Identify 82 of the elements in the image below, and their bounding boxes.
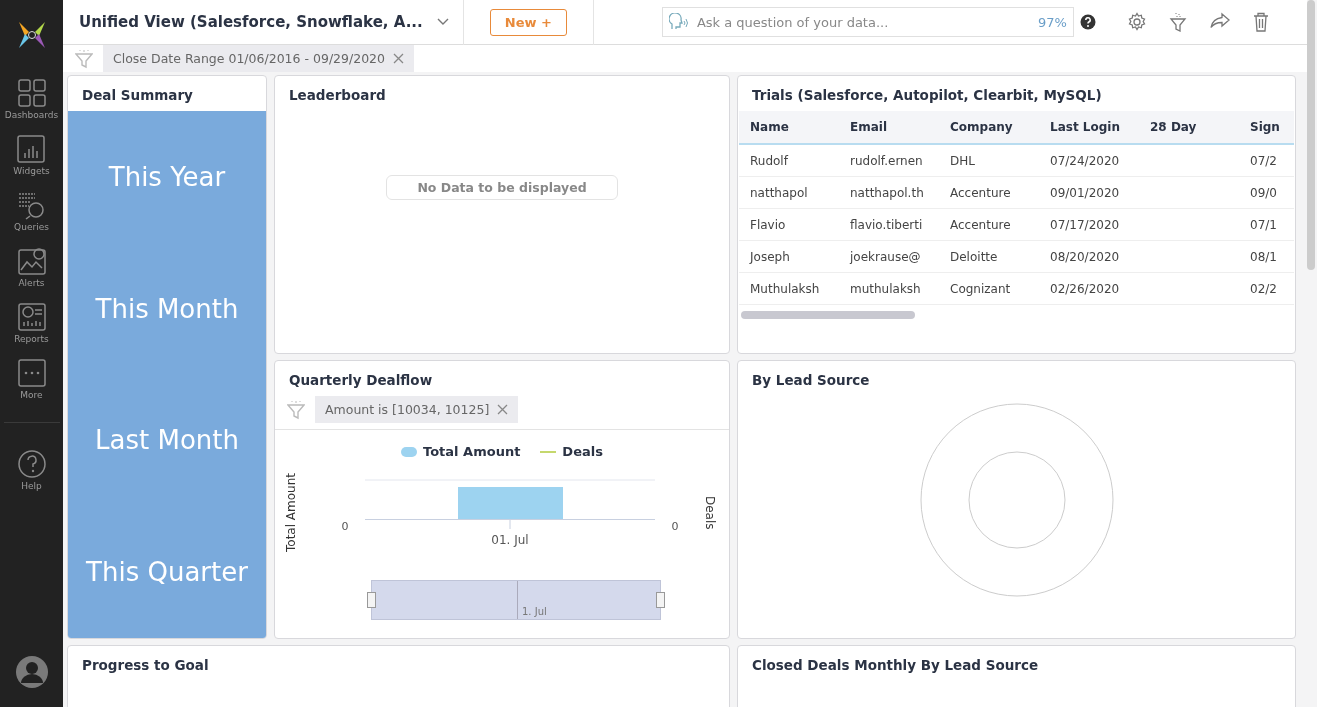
legend-item[interactable]: Total Amount — [401, 444, 521, 459]
table-cell-text: 08/1 — [1249, 249, 1278, 264]
query-icon — [16, 190, 47, 220]
column-header[interactable]: Last Login — [1039, 120, 1139, 134]
close-icon[interactable] — [497, 404, 509, 415]
axis-tick: 0 — [670, 520, 680, 533]
bar-chart-icon — [16, 134, 47, 164]
table-cell-text: 09/01/2020 — [1049, 185, 1121, 200]
scrollbar[interactable] — [1307, 0, 1315, 270]
table-cell-text: natthapol — [749, 185, 809, 200]
help-icon — [16, 449, 47, 479]
card-title: Trials (Salesforce, Autopilot, Clearbit, MySQL) — [751, 86, 1103, 105]
legend-item[interactable]: Deals — [540, 444, 603, 459]
table-cell-text: Muthulaksh — [749, 281, 821, 296]
table-cell-text: Deloitte — [949, 249, 999, 264]
filter-chip[interactable]: Amount is [10034, 10125] — [315, 396, 519, 423]
table-cell-text: muthulaksh — [849, 281, 922, 296]
axis-title: Deals — [703, 495, 717, 530]
column-header[interactable]: Name — [739, 120, 839, 134]
table-cell-text: Accenture — [949, 185, 1012, 200]
table-cell-text: Accenture — [949, 217, 1012, 232]
column-header[interactable]: Email — [839, 120, 939, 134]
axis-title: Total Amount — [284, 473, 299, 552]
chevron-down-icon[interactable] — [436, 18, 449, 26]
legend-swatch-icon — [401, 446, 418, 457]
voice-icon — [668, 13, 689, 31]
confidence-percent: 97% — [1038, 14, 1067, 30]
table-cell-text: natthapol.th — [849, 185, 925, 200]
table-cell-text: 07/24/2020 — [1049, 153, 1121, 168]
table-cell-text: 07/17/2020 — [1049, 217, 1121, 232]
table-cell-text: Rudolf — [749, 153, 790, 168]
sidebar-item[interactable]: Help — [16, 449, 47, 491]
card-title: Deal Summary — [81, 86, 194, 105]
sidebar-item[interactable]: Alerts — [16, 246, 47, 288]
category-label: 01. Jul — [490, 532, 530, 547]
table-cell-text: Flavio — [749, 217, 787, 232]
sidebar-item[interactable]: Dashboards — [4, 78, 59, 120]
table-cell-text: Joseph — [748, 249, 791, 264]
card-title: Leaderboard — [288, 86, 387, 105]
sidebar-item[interactable]: Reports — [14, 302, 49, 344]
table-cell-text: 07/2 — [1249, 153, 1278, 168]
card-title: Quarterly Dealflow — [288, 371, 434, 390]
avatar-icon[interactable] — [14, 655, 49, 689]
filter-icon — [287, 399, 305, 420]
dashboard-title[interactable]: Unified View (Salesforce, Snowflake, A... — [63, 13, 423, 31]
column-header[interactable]: 28 Day — [1139, 120, 1239, 134]
range-handle[interactable] — [656, 592, 665, 608]
more-icon — [16, 358, 47, 388]
card-title: Closed Deals Monthly By Lead Source — [751, 656, 1040, 675]
settings-icon[interactable] — [1127, 12, 1147, 32]
alert-chart-icon — [16, 246, 47, 276]
share-arrow-icon[interactable] — [1209, 12, 1231, 30]
table-cell-text: Cognizant — [949, 281, 1012, 296]
table-cell-text: 07/1 — [1249, 217, 1278, 232]
sidebar-item[interactable]: Queries — [14, 190, 49, 232]
table-cell-text: 02/26/2020 — [1049, 281, 1121, 296]
grid-icon — [16, 78, 47, 108]
help-icon[interactable] — [1079, 14, 1096, 30]
sidebar-item[interactable]: Widgets — [13, 134, 50, 176]
sidebar-item[interactable]: More — [16, 358, 47, 400]
table-cell-text: DHL — [949, 153, 976, 168]
filter-icon — [75, 48, 93, 69]
filter-chip[interactable]: Close Date Range 01/06/2016 - 09/29/2020 — [103, 45, 414, 72]
table-cell-text: rudolf.ernen — [849, 153, 924, 168]
navigator-label: 1. Jul — [522, 606, 547, 617]
column-header[interactable]: Sign — [1239, 120, 1294, 134]
axis-tick: 0 — [340, 520, 350, 533]
table-cell-text: 02/2 — [1249, 281, 1278, 296]
column-header[interactable]: Company — [939, 120, 1039, 134]
trash-icon[interactable] — [1253, 12, 1269, 32]
report-icon — [16, 302, 47, 332]
card-title: Progress to Goal — [81, 656, 210, 675]
table-cell-text: 09/0 — [1249, 185, 1278, 200]
card-title: By Lead Source — [751, 371, 871, 390]
empty-message: No Data to be displayed — [386, 174, 618, 200]
table-cell-text: 08/20/2020 — [1049, 249, 1121, 264]
close-icon[interactable] — [393, 53, 404, 64]
table-cell-text: joekrause@ — [848, 249, 922, 264]
range-handle[interactable] — [367, 592, 376, 608]
filter-icon[interactable] — [1169, 12, 1187, 32]
scrollbar[interactable] — [741, 311, 915, 319]
table-cell-text: flavio.tiberti — [849, 217, 924, 232]
